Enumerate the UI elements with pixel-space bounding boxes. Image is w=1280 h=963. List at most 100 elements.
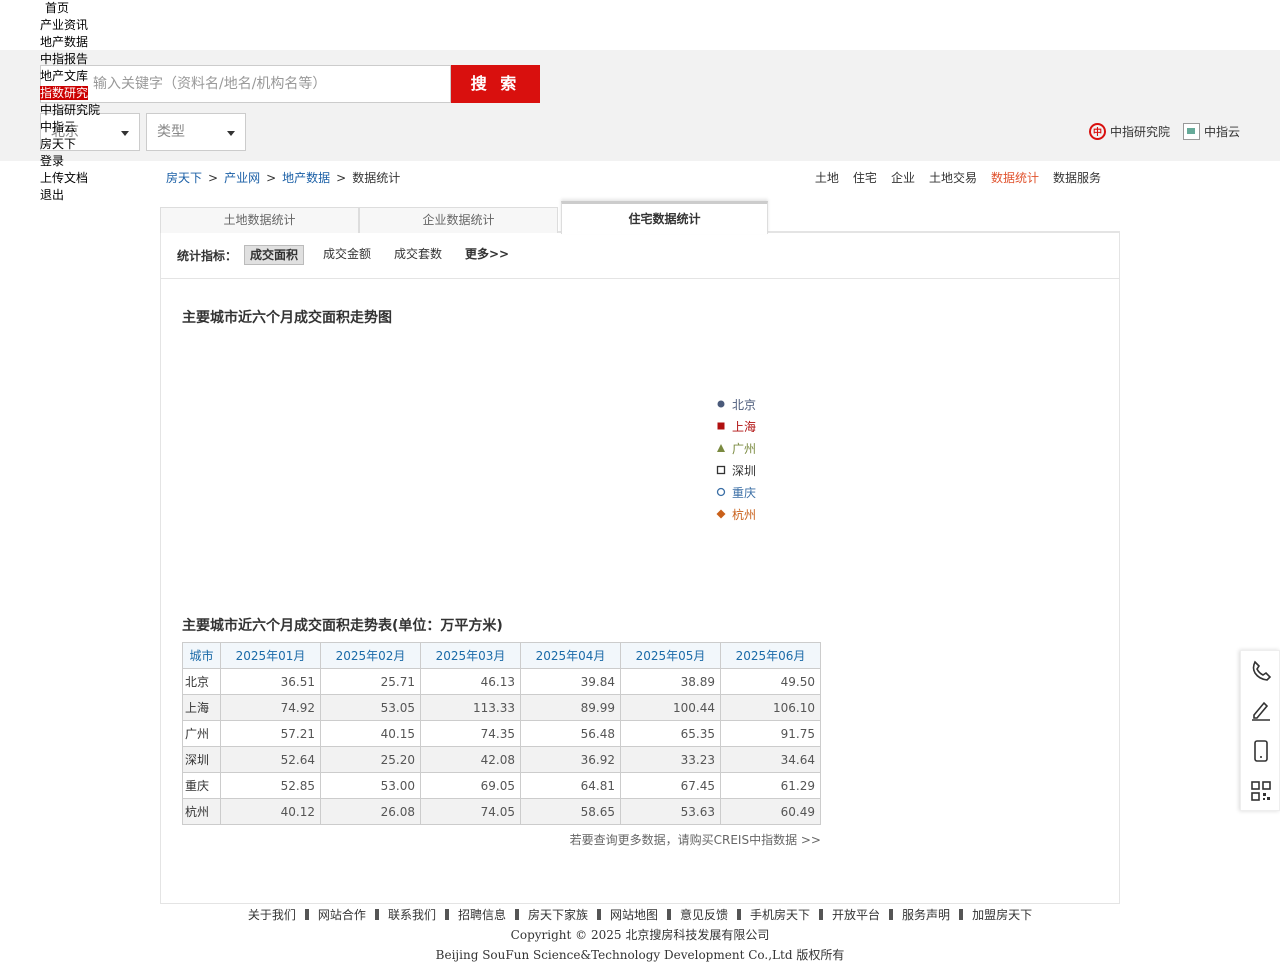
tab-enterprise-stats[interactable]: 企业数据统计 <box>359 207 558 233</box>
buy-data-link[interactable]: 若要查询更多数据，请购买CREIS中指数据 >> <box>570 831 821 848</box>
top-nav-item[interactable]: 住宅 <box>853 169 877 186</box>
company-english: Beijing SouFun Science&Technology Develo… <box>435 948 845 962</box>
table-row: 北京 36.51 25.71 46.13 39.84 38.89 49.50 <box>182 668 821 695</box>
table-value-cell: 33.23 <box>620 746 721 773</box>
table-value-cell: 100.44 <box>620 694 721 721</box>
footer-separator <box>819 909 824 920</box>
footer-separator <box>889 909 894 920</box>
legend-item[interactable]: 杭州 <box>716 503 756 525</box>
breadcrumb-chanye[interactable]: 产业网 <box>224 171 260 185</box>
top-nav-item[interactable]: 数据服务 <box>1053 169 1101 186</box>
top-nav-item[interactable]: 土地 <box>815 169 839 186</box>
table-header-row: 城市 2025年01月 2025年02月 2025年03月 2025年04月 2025年0… <box>182 642 821 669</box>
indicator-amount[interactable]: 成交金额 <box>318 245 376 265</box>
table-body: 北京 36.51 25.71 46.13 39.84 38.89 49.50 上海 74.92 5… <box>182 668 821 825</box>
left-nav-label: 中指研究院 <box>40 103 101 117</box>
table-city-cell: 深圳 <box>182 746 221 773</box>
left-nav-item[interactable]: 中指研究院 <box>40 102 160 119</box>
left-nav-item[interactable]: 房天下 <box>40 136 160 153</box>
indicator-label: 统计指标： <box>177 249 238 263</box>
left-nav-item[interactable]: 中指云 <box>40 119 160 136</box>
table-value-cell: 34.64 <box>720 746 821 773</box>
broken-image-icon <box>1183 122 1200 140</box>
footer-link[interactable]: 网站合作 <box>318 908 366 922</box>
legend-item[interactable]: 深圳 <box>716 459 756 481</box>
table-value-cell: 40.12 <box>220 798 321 825</box>
legend-item[interactable]: 重庆 <box>716 481 756 503</box>
table-value-cell: 56.48 <box>520 720 621 747</box>
qrcode-icon[interactable] <box>1249 779 1273 803</box>
footer-link[interactable]: 房天下家族 <box>528 908 588 922</box>
left-nav-label: 产业资讯 <box>40 18 89 32</box>
footer-links: 关于我们 网站合作 联系我们 招聘信息 房天下家族 网站地图 意见反馈 手机房天下 开放平台 服务… <box>0 906 1280 923</box>
search-button[interactable]: 搜 索 <box>451 65 540 103</box>
tab-land-stats[interactable]: 土地数据统计 <box>160 207 359 233</box>
breadcrumb-dichan-data[interactable]: 地产数据 <box>282 171 330 185</box>
table-header-cell: 2025年05月 <box>620 642 721 669</box>
breadcrumb-separator: > <box>266 171 277 185</box>
table-header-cell: 2025年01月 <box>220 642 321 669</box>
left-nav-item[interactable]: 地产文库 <box>40 68 160 85</box>
footer-link[interactable]: 联系我们 <box>388 908 436 922</box>
legend-item[interactable]: 广州 <box>716 437 756 459</box>
breadcrumb-separator: > <box>208 171 219 185</box>
top-nav-item[interactable]: 数据统计 <box>991 169 1039 186</box>
table-value-cell: 53.00 <box>320 772 421 799</box>
left-nav-item[interactable]: 上传文档 <box>40 170 160 187</box>
indicator-units[interactable]: 成交套数 <box>389 245 447 265</box>
left-nav-item[interactable]: 产业资讯 <box>40 17 160 34</box>
breadcrumb-separator: > <box>336 171 347 185</box>
tab-residential-stats[interactable]: 住宅数据统计 <box>561 201 768 234</box>
edit-icon[interactable] <box>1249 698 1273 722</box>
top-nav-item[interactable]: 企业 <box>891 169 915 186</box>
footer-link[interactable]: 开放平台 <box>832 908 880 922</box>
phone-icon[interactable] <box>1249 659 1273 683</box>
footer-link[interactable]: 手机房天下 <box>750 908 810 922</box>
research-institute-label: 中指研究院 <box>1110 124 1171 139</box>
legend-label: 杭州 <box>732 507 757 522</box>
table-value-cell: 57.21 <box>220 720 321 747</box>
left-nav-item[interactable]: 中指报告 <box>40 51 160 68</box>
legend-marker-icon <box>717 444 725 452</box>
left-nav-item[interactable]: 登录 <box>40 153 160 170</box>
top-nav-item[interactable]: 土地交易 <box>929 169 977 186</box>
left-nav-label: 登录 <box>40 154 65 168</box>
copyright: Copyright © 2025 北京搜房科技发展有限公司 <box>510 928 770 942</box>
table-header-cell: 2025年02月 <box>320 642 421 669</box>
legend-item[interactable]: 上海 <box>716 415 756 437</box>
legend-item[interactable]: 北京 <box>716 393 756 415</box>
table-value-cell: 36.92 <box>520 746 621 773</box>
legend-label: 重庆 <box>732 485 757 500</box>
legend-label: 广州 <box>732 441 757 456</box>
footer-link[interactable]: 招聘信息 <box>458 908 506 922</box>
table-header-cell: 2025年03月 <box>420 642 521 669</box>
left-nav-item[interactable]: 退出 <box>40 187 160 204</box>
table-header-cell: 2025年04月 <box>520 642 621 669</box>
left-nav-item[interactable]: 首页 <box>40 0 160 17</box>
legend-marker-icon <box>716 509 726 519</box>
table-value-cell: 69.05 <box>420 772 521 799</box>
indicator-more-link[interactable]: 更多>> <box>460 245 514 265</box>
cloud-link[interactable]: 中指云 <box>1183 121 1240 141</box>
indicator-area[interactable]: 成交面积 <box>244 245 305 265</box>
breadcrumb-fangtianxia[interactable]: 房天下 <box>166 171 202 185</box>
type-select[interactable]: 类型 <box>146 113 246 151</box>
table-value-cell: 60.49 <box>720 798 821 825</box>
footer-link[interactable]: 意见反馈 <box>680 908 728 922</box>
mobile-icon[interactable] <box>1249 739 1273 763</box>
footer-link[interactable]: 网站地图 <box>610 908 658 922</box>
table-value-cell: 49.50 <box>720 668 821 695</box>
footer-link[interactable]: 服务声明 <box>902 908 950 922</box>
footer-link[interactable]: 加盟房天下 <box>972 908 1032 922</box>
footer-link[interactable]: 关于我们 <box>248 908 296 922</box>
legend-label: 北京 <box>732 397 757 412</box>
research-institute-link[interactable]: 中 中指研究院 <box>1089 121 1170 141</box>
breadcrumb-current: 数据统计 <box>352 171 401 185</box>
table-value-cell: 26.08 <box>320 798 421 825</box>
left-nav-item[interactable]: 指数研究 <box>40 85 160 102</box>
left-nav-item[interactable]: 地产数据 <box>40 34 160 51</box>
footer-separator <box>737 909 742 920</box>
footer-separator <box>596 909 601 920</box>
indicator-bar: 统计指标： 成交面积 成交金额 成交套数 更多>> <box>161 233 1119 279</box>
table-value-cell: 53.05 <box>320 694 421 721</box>
